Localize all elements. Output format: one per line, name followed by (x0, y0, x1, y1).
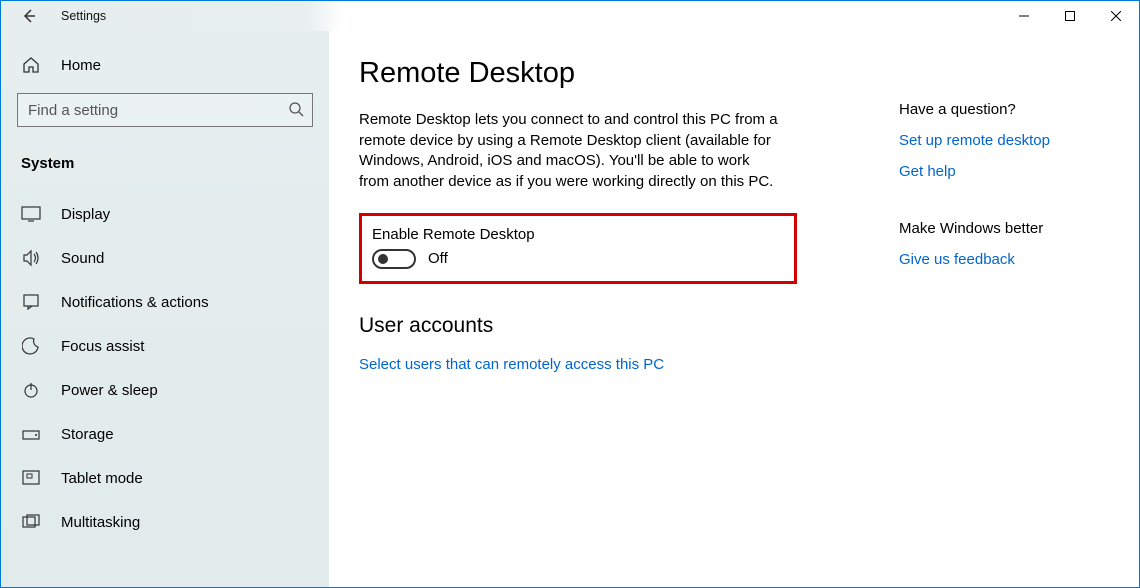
sidebar-home[interactable]: Home (17, 45, 313, 85)
select-users-link[interactable]: Select users that can remotely access th… (359, 356, 664, 373)
setup-remote-desktop-link[interactable]: Set up remote desktop (899, 132, 1109, 149)
back-button[interactable] (19, 6, 39, 26)
sidebar-item-tablet-mode[interactable]: Tablet mode (17, 456, 313, 500)
titlebar: Settings (1, 1, 1139, 31)
sidebar-item-storage[interactable]: Storage (17, 412, 313, 456)
search-input[interactable] (28, 102, 288, 119)
close-button[interactable] (1093, 1, 1139, 31)
user-accounts-heading: User accounts (359, 314, 809, 338)
sidebar-item-label: Focus assist (61, 338, 144, 355)
enable-remote-desktop-label: Enable Remote Desktop (372, 226, 776, 243)
window-title: Settings (61, 9, 106, 23)
sidebar-category: System (17, 149, 313, 192)
minimize-button[interactable] (1001, 1, 1047, 31)
search-box[interactable] (17, 93, 313, 127)
sidebar-item-label: Multitasking (61, 514, 140, 531)
sidebar-item-label: Display (61, 206, 110, 223)
get-help-link[interactable]: Get help (899, 163, 1109, 180)
tablet-icon (21, 468, 41, 488)
sidebar-item-label: Power & sleep (61, 382, 158, 399)
main-content: Remote Desktop Remote Desktop lets you c… (329, 31, 1139, 587)
focus-assist-icon (21, 336, 41, 356)
power-icon (21, 380, 41, 400)
search-icon (288, 101, 304, 120)
page-title: Remote Desktop (359, 57, 809, 90)
display-icon (21, 204, 41, 224)
enable-remote-desktop-toggle[interactable] (372, 249, 416, 269)
sidebar-item-label: Sound (61, 250, 104, 267)
maximize-button[interactable] (1047, 1, 1093, 31)
sidebar-item-notifications[interactable]: Notifications & actions (17, 280, 313, 324)
give-feedback-link[interactable]: Give us feedback (899, 251, 1109, 268)
sidebar-item-label: Notifications & actions (61, 294, 209, 311)
multitasking-icon (21, 512, 41, 532)
sidebar-item-multitasking[interactable]: Multitasking (17, 500, 313, 544)
page-description: Remote Desktop lets you connect to and c… (359, 110, 779, 193)
storage-icon (21, 424, 41, 444)
toggle-state-label: Off (428, 250, 448, 267)
sidebar-item-label: Storage (61, 426, 114, 443)
notifications-icon (21, 292, 41, 312)
sidebar: Home System Display Sound (1, 31, 329, 587)
sidebar-item-display[interactable]: Display (17, 192, 313, 236)
question-heading: Have a question? (899, 101, 1109, 118)
sidebar-item-label: Tablet mode (61, 470, 143, 487)
sidebar-item-power-sleep[interactable]: Power & sleep (17, 368, 313, 412)
highlight-box: Enable Remote Desktop Off (359, 213, 797, 284)
sidebar-home-label: Home (61, 57, 101, 74)
sound-icon (21, 248, 41, 268)
home-icon (21, 55, 41, 75)
make-windows-better-heading: Make Windows better (899, 220, 1109, 237)
sidebar-item-sound[interactable]: Sound (17, 236, 313, 280)
toggle-knob (378, 254, 388, 264)
sidebar-item-focus-assist[interactable]: Focus assist (17, 324, 313, 368)
